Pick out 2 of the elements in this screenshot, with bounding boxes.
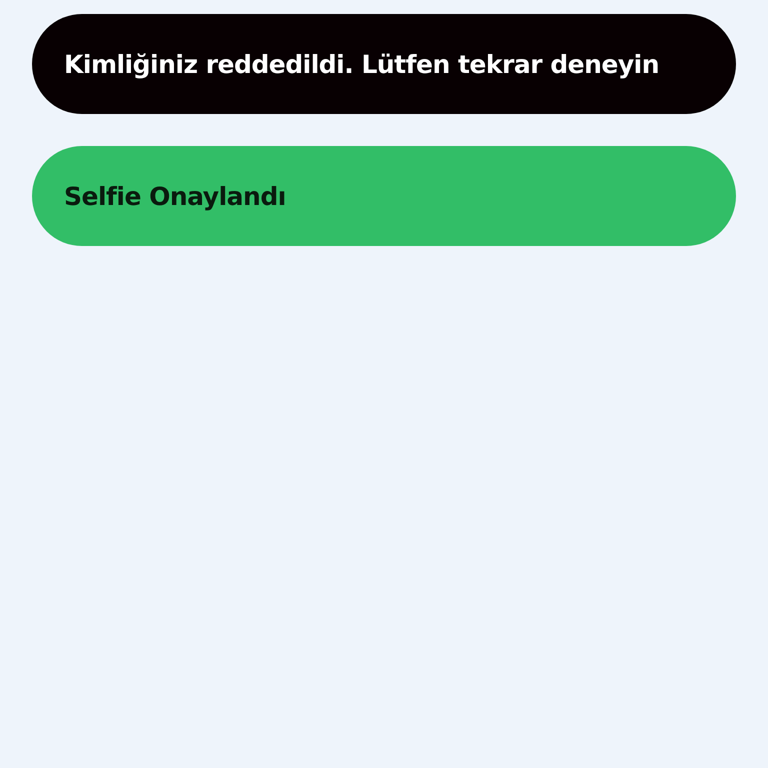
error-toast: Kimliğiniz reddedildi. Lütfen tekrar deneyin bbox=[32, 14, 736, 114]
success-toast: Selfie Onaylandı bbox=[32, 146, 736, 246]
